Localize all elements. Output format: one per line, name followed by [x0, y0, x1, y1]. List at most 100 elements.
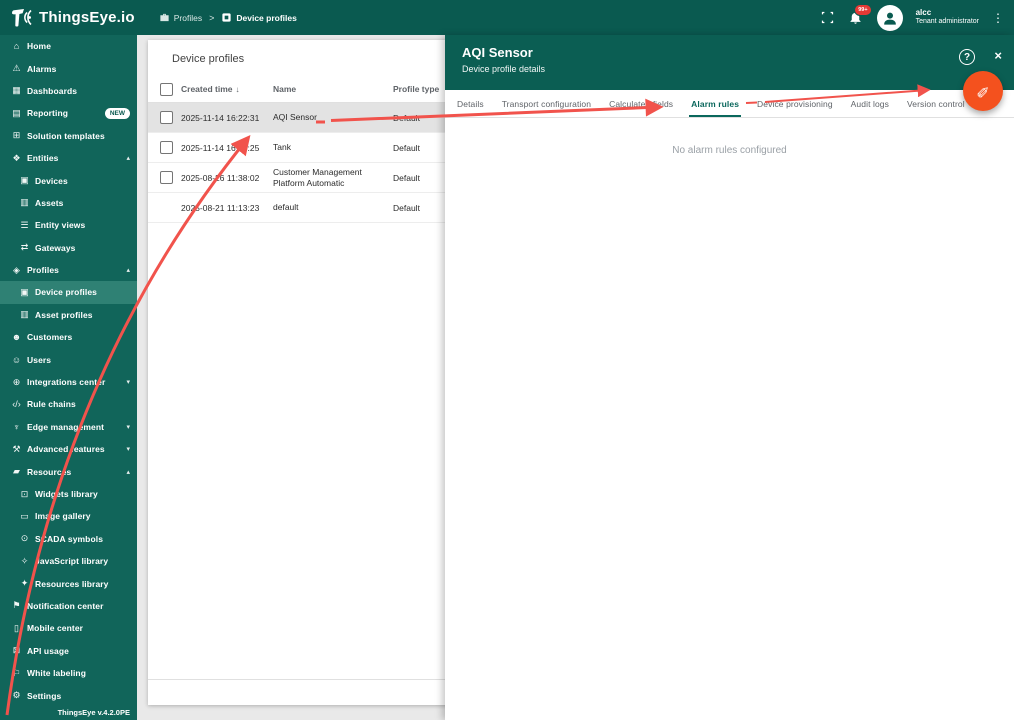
- devices-icon: ▣: [18, 175, 31, 186]
- sidebar-item-entities[interactable]: ❖Entities▴: [0, 147, 137, 169]
- briefcase-icon: [159, 12, 170, 23]
- table-row-aqi-sensor[interactable]: 2025-11-14 16:22:31 AQI Sensor Default: [148, 103, 468, 133]
- sidebar-item-label: Device profiles: [35, 287, 130, 297]
- app-logo[interactable]: ThingsEye.io: [10, 7, 135, 29]
- sidebar-item-dashboards[interactable]: ▦ Dashboards: [0, 80, 137, 102]
- image-gallery-icon: ▭: [18, 511, 31, 522]
- new-badge: NEW: [105, 108, 130, 119]
- sidebar-item-asset-profiles[interactable]: ▥Asset profiles: [0, 304, 137, 326]
- user-info[interactable]: alcc Tenant administrator: [916, 8, 979, 27]
- entities-icon: ❖: [10, 153, 23, 164]
- table-row-default[interactable]: 2025-08-21 11:13:23 default Default: [148, 193, 468, 223]
- breadcrumb-section-label: Profiles: [174, 13, 202, 23]
- sidebar-item-entity-views[interactable]: ☰Entity views: [0, 214, 137, 236]
- sidebar-item-customers[interactable]: ☻Customers: [0, 326, 137, 348]
- sidebar-item-scada-symbols[interactable]: ⊙SCADA symbols: [0, 528, 137, 550]
- sidebar-item-rule-chains[interactable]: ‹/›Rule chains: [0, 393, 137, 415]
- sidebar-item-gateways[interactable]: ⇄Gateways: [0, 237, 137, 259]
- edit-fab-button[interactable]: ✎: [963, 71, 1003, 111]
- sidebar-item-label: Image gallery: [35, 511, 130, 521]
- breadcrumb-profiles[interactable]: Profiles: [159, 12, 202, 23]
- column-label: Created time: [181, 84, 233, 94]
- sidebar-item-label: Assets: [35, 198, 130, 208]
- cell-name: AQI Sensor: [273, 112, 393, 122]
- row-checkbox[interactable]: [148, 111, 181, 124]
- pencil-icon: ✎: [976, 81, 989, 101]
- sidebar-item-integrations-center[interactable]: ⊕Integrations center▾: [0, 371, 137, 393]
- sidebar-item-image-gallery[interactable]: ▭ Image gallery: [0, 505, 137, 527]
- sidebar-item-users[interactable]: ☺Users: [0, 348, 137, 370]
- select-all-checkbox[interactable]: [148, 83, 181, 96]
- sidebar-item-label: Alarms: [27, 64, 130, 74]
- tab-calculated-fields[interactable]: Calculated fields: [609, 90, 673, 117]
- sidebar-item-resources[interactable]: ▰Resources▴: [0, 460, 137, 482]
- breadcrumb-page-label: Device profiles: [236, 13, 296, 23]
- fullscreen-icon[interactable]: [820, 10, 835, 25]
- sidebar-item-api-usage[interactable]: ⊠API usage: [0, 640, 137, 662]
- sidebar-item-device-profiles[interactable]: ▣Device profiles: [0, 281, 137, 303]
- dashboards-icon: ▦: [10, 85, 23, 96]
- panel-title: AQI Sensor: [445, 35, 1014, 60]
- alarm-icon: ⚠: [10, 63, 23, 74]
- advanced-features-icon: ⚒: [10, 444, 23, 455]
- sidebar-item-devices[interactable]: ▣Devices: [0, 169, 137, 191]
- reporting-icon: ▤: [10, 108, 23, 119]
- close-icon[interactable]: ×: [994, 48, 1002, 63]
- sidebar-item-resources-library[interactable]: ✦Resources library: [0, 572, 137, 594]
- sidebar-item-reporting[interactable]: ▤ReportingNEW: [0, 102, 137, 124]
- sidebar-item-label: Widgets library: [35, 489, 130, 499]
- column-name[interactable]: Name: [273, 84, 393, 94]
- integrations-icon: ⊕: [10, 377, 23, 388]
- top-bar: ThingsEye.io Profiles > Device profiles …: [0, 0, 1014, 35]
- cell-name: default: [273, 202, 393, 212]
- tab-version-control[interactable]: Version control: [907, 90, 965, 117]
- sidebar-item-white-labeling[interactable]: ⚐White labeling: [0, 662, 137, 684]
- cell-created-time: 2025-11-14 16:16:25: [181, 143, 273, 153]
- column-created-time[interactable]: Created time↓: [181, 84, 273, 94]
- row-checkbox[interactable]: [148, 171, 181, 184]
- sidebar-item-javascript-library[interactable]: ✧JavaScript library: [0, 550, 137, 572]
- checkbox-icon: [160, 171, 173, 184]
- sidebar-item-assets[interactable]: ▥Assets: [0, 192, 137, 214]
- avatar[interactable]: [877, 5, 903, 31]
- scada-symbols-icon: ⊙: [18, 533, 31, 544]
- sidebar-item-edge-management[interactable]: ♆Edge management▾: [0, 416, 137, 438]
- sidebar-item-label: Mobile center: [27, 623, 130, 633]
- table-row-customer-management-platform[interactable]: 2025-08-26 11:38:02 Customer Management …: [148, 163, 468, 193]
- tab-device-provisioning[interactable]: Device provisioning: [757, 90, 833, 117]
- notifications-button[interactable]: 99+: [848, 10, 864, 26]
- tab-transport-configuration[interactable]: Transport configuration: [502, 90, 591, 117]
- sidebar-item-home[interactable]: ⌂Home: [0, 35, 137, 57]
- sidebar-item-label: Profiles: [27, 265, 126, 275]
- help-icon[interactable]: ?: [959, 49, 975, 65]
- tab-details[interactable]: Details: [457, 90, 484, 117]
- sidebar-item-label: Settings: [27, 691, 130, 701]
- chevron-down-icon: ▾: [126, 378, 130, 386]
- chevron-down-icon: ▾: [126, 423, 130, 431]
- sidebar-item-label: API usage: [27, 646, 130, 656]
- sidebar-item-widgets-library[interactable]: ⊡Widgets library: [0, 483, 137, 505]
- page-title: Device profiles: [148, 40, 468, 76]
- tab-alarm-rules[interactable]: Alarm rules: [691, 90, 739, 117]
- breadcrumb-device-profiles[interactable]: Device profiles: [221, 12, 296, 23]
- logo-text: ThingsEye.io: [39, 9, 135, 26]
- more-menu-icon[interactable]: ⋮: [992, 12, 1004, 24]
- thingseye-logo-icon: [10, 7, 34, 29]
- tab-audit-logs[interactable]: Audit logs: [851, 90, 889, 117]
- notification-badge: 99+: [854, 4, 871, 16]
- sidebar-item-advanced-features[interactable]: ⚒Advanced features▾: [0, 438, 137, 460]
- sidebar-item-notification-center[interactable]: ⚑Notification center: [0, 595, 137, 617]
- sidebar-item-profiles[interactable]: ◈Profiles▴: [0, 259, 137, 281]
- sidebar-item-alarms[interactable]: ⚠ Alarms: [0, 57, 137, 79]
- row-checkbox[interactable]: [148, 141, 181, 154]
- sidebar-item-mobile-center[interactable]: ▯Mobile center: [0, 617, 137, 639]
- resources-icon: ▰: [10, 466, 23, 477]
- table-row-tank[interactable]: 2025-11-14 16:16:25 Tank Default: [148, 133, 468, 163]
- sidebar-item-solution-templates[interactable]: ⊞Solution templates: [0, 125, 137, 147]
- gateways-icon: ⇄: [18, 242, 31, 253]
- sidebar-item-label: Dashboards: [27, 86, 130, 96]
- settings-icon: ⚙: [10, 690, 23, 701]
- cell-created-time: 2025-08-21 11:13:23: [181, 203, 273, 213]
- sidebar-item-settings[interactable]: ⚙ Settings: [0, 684, 137, 706]
- white-labeling-icon: ⚐: [10, 668, 23, 679]
